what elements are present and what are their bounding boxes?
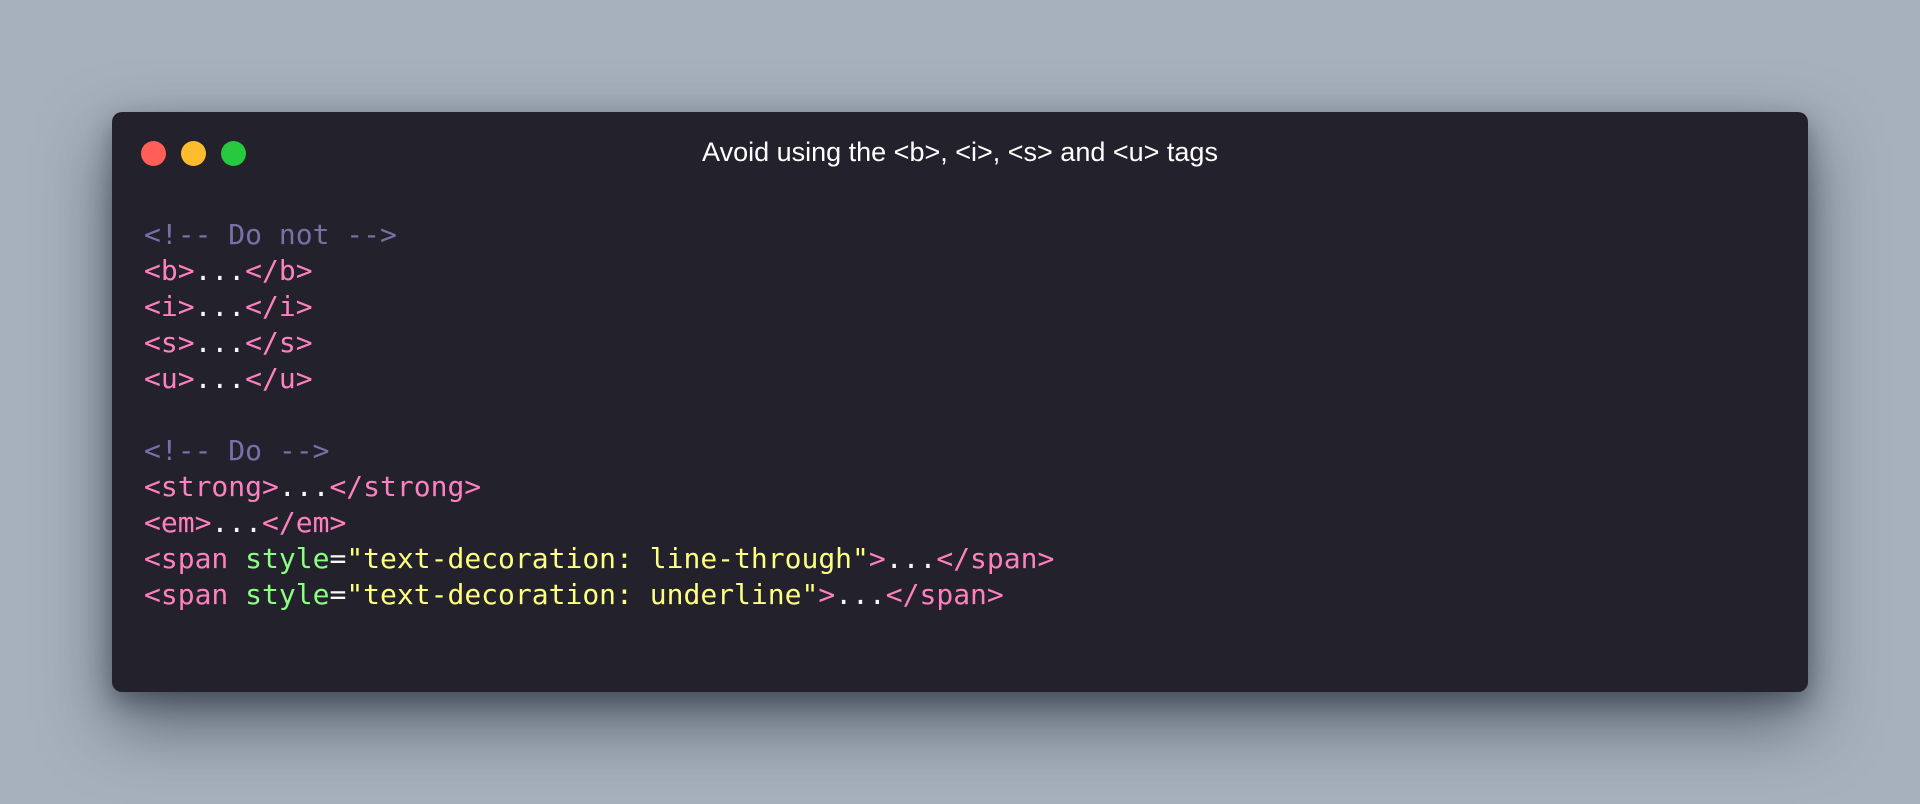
code-token-string: "text-decoration: underline" <box>346 578 819 611</box>
code-token-comment: <!-- Do --> <box>144 434 330 467</box>
code-token-tag: <strong> <box>144 470 279 503</box>
code-line: <em>...</em> <box>144 505 1054 541</box>
code-token-tag: <b> <box>144 254 195 287</box>
code-token-tag: </i> <box>245 290 313 323</box>
code-token-tag: > <box>868 542 886 575</box>
code-token-tag: </span> <box>936 542 1055 575</box>
code-token-plain: ... <box>885 542 937 575</box>
code-token-plain: ... <box>194 254 246 287</box>
code-line: <!-- Do --> <box>144 433 1054 469</box>
code-token-plain: ... <box>278 470 330 503</box>
code-token-tag: </span> <box>885 578 1004 611</box>
code-token-string: "text-decoration: line-through" <box>346 542 869 575</box>
code-token-tag: </em> <box>262 506 347 539</box>
title-bar: Avoid using the <b>, <i>, <s> and <u> ta… <box>112 112 1808 192</box>
code-line: <span style="text-decoration: line-throu… <box>144 541 1054 577</box>
code-token-tag: > <box>818 578 836 611</box>
code-block: <!-- Do not --> <b>...</b> <i>...</i> <s>..… <box>144 217 1054 613</box>
code-token-tag: </u> <box>245 362 313 395</box>
code-token-plain: = <box>329 542 347 575</box>
code-line: <u>...</u> <box>144 361 1054 397</box>
code-token-attr: style <box>245 578 330 611</box>
code-token-tag: </s> <box>245 326 313 359</box>
code-token-attr: style <box>245 542 330 575</box>
code-token-plain: ... <box>194 290 246 323</box>
code-token-plain: ... <box>835 578 886 611</box>
code-token-plain: ... <box>194 326 246 359</box>
code-token-tag: </b> <box>245 254 313 287</box>
code-line: <s>...</s> <box>144 325 1054 361</box>
code-window: Avoid using the <b>, <i>, <s> and <u> ta… <box>112 112 1808 692</box>
code-token-tag: <span <box>144 578 246 611</box>
code-token-plain: = <box>329 578 347 611</box>
code-token-plain: ... <box>194 362 246 395</box>
code-token-tag: <i> <box>144 290 195 323</box>
code-token-tag: </strong> <box>329 470 482 503</box>
code-token-plain: ... <box>211 506 263 539</box>
code-token-tag: <em> <box>144 506 212 539</box>
code-token-tag: <span <box>144 542 246 575</box>
code-line: <i>...</i> <box>144 289 1054 325</box>
window-title: Avoid using the <b>, <i>, <s> and <u> ta… <box>702 137 1218 167</box>
code-line: <strong>...</strong> <box>144 469 1054 505</box>
code-line: <!-- Do not --> <box>144 217 1054 253</box>
code-line: <span style="text-decoration: underline"… <box>144 577 1054 613</box>
code-line: <b>...</b> <box>144 253 1054 289</box>
code-token-comment: <!-- Do not --> <box>144 218 397 251</box>
code-token-tag: <u> <box>144 362 195 395</box>
code-token-tag: <s> <box>144 326 195 359</box>
